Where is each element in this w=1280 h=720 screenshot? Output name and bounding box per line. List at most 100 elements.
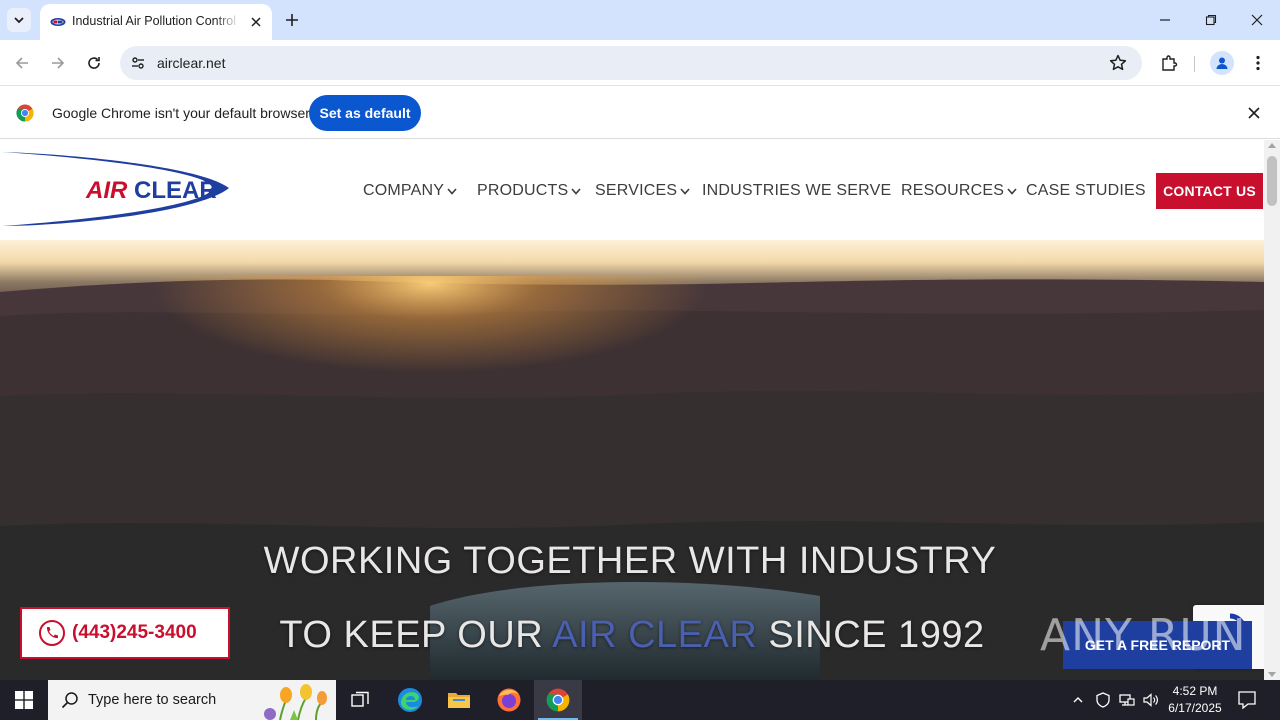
nav-industries[interactable]: INDUSTRIES WE SERVE — [702, 182, 901, 200]
forward-button[interactable] — [46, 51, 70, 75]
phone-icon — [39, 620, 65, 646]
chrome-logo-icon — [16, 104, 34, 122]
logo-text-air: AIR — [85, 177, 128, 204]
chevron-down-icon — [571, 188, 581, 195]
task-view-icon — [351, 691, 369, 707]
close-window-button[interactable] — [1245, 8, 1269, 32]
extensions-button[interactable] — [1157, 51, 1181, 75]
hero-line2-prefix: TO KEEP OUR — [279, 614, 553, 656]
phone-call-button[interactable]: (443)245-3400 — [20, 607, 230, 659]
reload-icon — [88, 57, 100, 69]
task-view-button[interactable] — [336, 680, 384, 720]
tray-security[interactable] — [1093, 690, 1113, 710]
contact-us-button[interactable]: CONTACT US — [1156, 173, 1263, 209]
chrome-icon — [546, 688, 570, 712]
nav-label: SERVICES — [595, 182, 678, 199]
anyrun-watermark: ANY RUN — [1040, 610, 1247, 661]
browser-toolbar: airclear.net — [0, 40, 1280, 86]
nav-products[interactable]: PRODUCTS — [477, 182, 595, 200]
site-info-button[interactable] — [126, 51, 150, 75]
airclear-logo[interactable]: AIR CLEAR — [0, 148, 232, 228]
minimize-button[interactable] — [1153, 8, 1177, 32]
plus-icon — [286, 14, 298, 26]
restore-button[interactable] — [1199, 8, 1223, 32]
new-tab-button[interactable] — [281, 9, 303, 31]
nav-case-studies[interactable]: CASE STUDIES — [1026, 182, 1146, 200]
infobar-close-button[interactable] — [1244, 103, 1264, 123]
minimize-icon — [1160, 19, 1170, 21]
url-text: airclear.net — [157, 55, 226, 71]
search-icon — [61, 692, 78, 709]
puzzle-icon — [1162, 55, 1178, 71]
taskbar-file-explorer[interactable] — [435, 680, 483, 720]
tray-network[interactable] — [1117, 690, 1137, 710]
arrow-left-icon — [15, 57, 28, 69]
windows-taskbar: Type here to search 4:52 PM 6/17/2025 — [0, 680, 1280, 720]
back-button[interactable] — [10, 51, 34, 75]
windows-logo-icon — [15, 691, 33, 709]
menu-button[interactable] — [1246, 51, 1270, 75]
restore-icon — [1205, 14, 1217, 26]
scroll-up-arrow-icon[interactable] — [1268, 143, 1276, 148]
infobar-message: Google Chrome isn't your default browser — [52, 105, 310, 121]
edge-icon — [398, 688, 422, 712]
tab-title: Industrial Air Pollution Control — [72, 14, 236, 28]
nav-company[interactable]: COMPANY — [363, 182, 477, 200]
folder-icon — [448, 693, 470, 708]
notification-icon[interactable] — [1236, 689, 1258, 711]
main-nav: COMPANY PRODUCTS SERVICES INDUSTRIES WE … — [363, 180, 1146, 202]
close-icon — [1248, 107, 1260, 119]
start-button[interactable] — [0, 680, 48, 720]
taskbar-edge[interactable] — [386, 680, 434, 720]
nav-label: COMPANY — [363, 182, 445, 199]
nav-services[interactable]: SERVICES — [595, 182, 702, 200]
scroll-down-arrow-icon[interactable] — [1268, 672, 1276, 677]
taskbar-clock[interactable]: 4:52 PM 6/17/2025 — [1164, 683, 1226, 717]
network-icon — [1119, 694, 1135, 706]
browser-tab[interactable]: Industrial Air Pollution Control — [40, 4, 272, 40]
tray-overflow-button[interactable] — [1068, 690, 1088, 710]
site-header: AIR CLEAR COMPANY PRODUCTS SERVICES INDU… — [0, 140, 1264, 240]
nav-label: PRODUCTS — [477, 182, 569, 199]
set-as-default-button[interactable]: Set as default — [309, 95, 421, 131]
clock-time: 4:52 PM — [1172, 684, 1218, 698]
scroll-thumb[interactable] — [1267, 156, 1277, 206]
clock-date: 6/17/2025 — [1168, 701, 1222, 715]
taskbar-search[interactable]: Type here to search — [48, 680, 336, 720]
speaker-icon — [1143, 693, 1158, 707]
close-icon — [251, 17, 261, 27]
chevron-down-icon — [447, 188, 457, 195]
nav-label: CASE STUDIES — [1026, 182, 1146, 199]
firefox-icon — [497, 688, 521, 712]
nav-label: INDUSTRIES WE SERVE — [702, 182, 892, 199]
tray-volume[interactable] — [1141, 690, 1161, 710]
chevron-down-icon — [14, 17, 24, 24]
reload-button[interactable] — [82, 51, 106, 75]
phone-number: (443)245-3400 — [72, 622, 197, 643]
tab-close-button[interactable] — [246, 12, 266, 32]
address-bar[interactable]: airclear.net — [120, 46, 1142, 80]
close-icon — [1251, 14, 1263, 26]
nav-label: RESOURCES — [901, 182, 1005, 199]
hero-line2-suffix: SINCE 1992 — [757, 614, 985, 656]
chevron-down-icon — [1007, 188, 1017, 195]
page-scrollbar[interactable] — [1264, 140, 1280, 680]
logo-text-clear: CLEAR — [134, 177, 217, 204]
airclear-favicon-icon — [50, 18, 66, 26]
tab-search-button[interactable] — [7, 8, 31, 32]
toolbar-divider — [1194, 56, 1195, 72]
person-icon — [1216, 57, 1228, 69]
arrow-right-icon — [52, 57, 65, 69]
profile-button[interactable] — [1210, 51, 1234, 75]
taskbar-chrome[interactable] — [534, 680, 582, 720]
chevron-up-icon — [1073, 697, 1083, 703]
bookmark-star-icon[interactable] — [1108, 53, 1128, 73]
chevron-down-icon — [680, 188, 690, 195]
kebab-menu-icon — [1256, 55, 1260, 71]
nav-resources[interactable]: RESOURCES — [901, 182, 1026, 200]
taskbar-firefox[interactable] — [485, 680, 533, 720]
default-browser-infobar: Google Chrome isn't your default browser… — [0, 87, 1280, 139]
tab-strip: Industrial Air Pollution Control — [0, 0, 1280, 40]
page-viewport: AIR CLEAR COMPANY PRODUCTS SERVICES INDU… — [0, 140, 1264, 680]
hero-line2-accent: AIR CLEAR — [552, 614, 758, 656]
